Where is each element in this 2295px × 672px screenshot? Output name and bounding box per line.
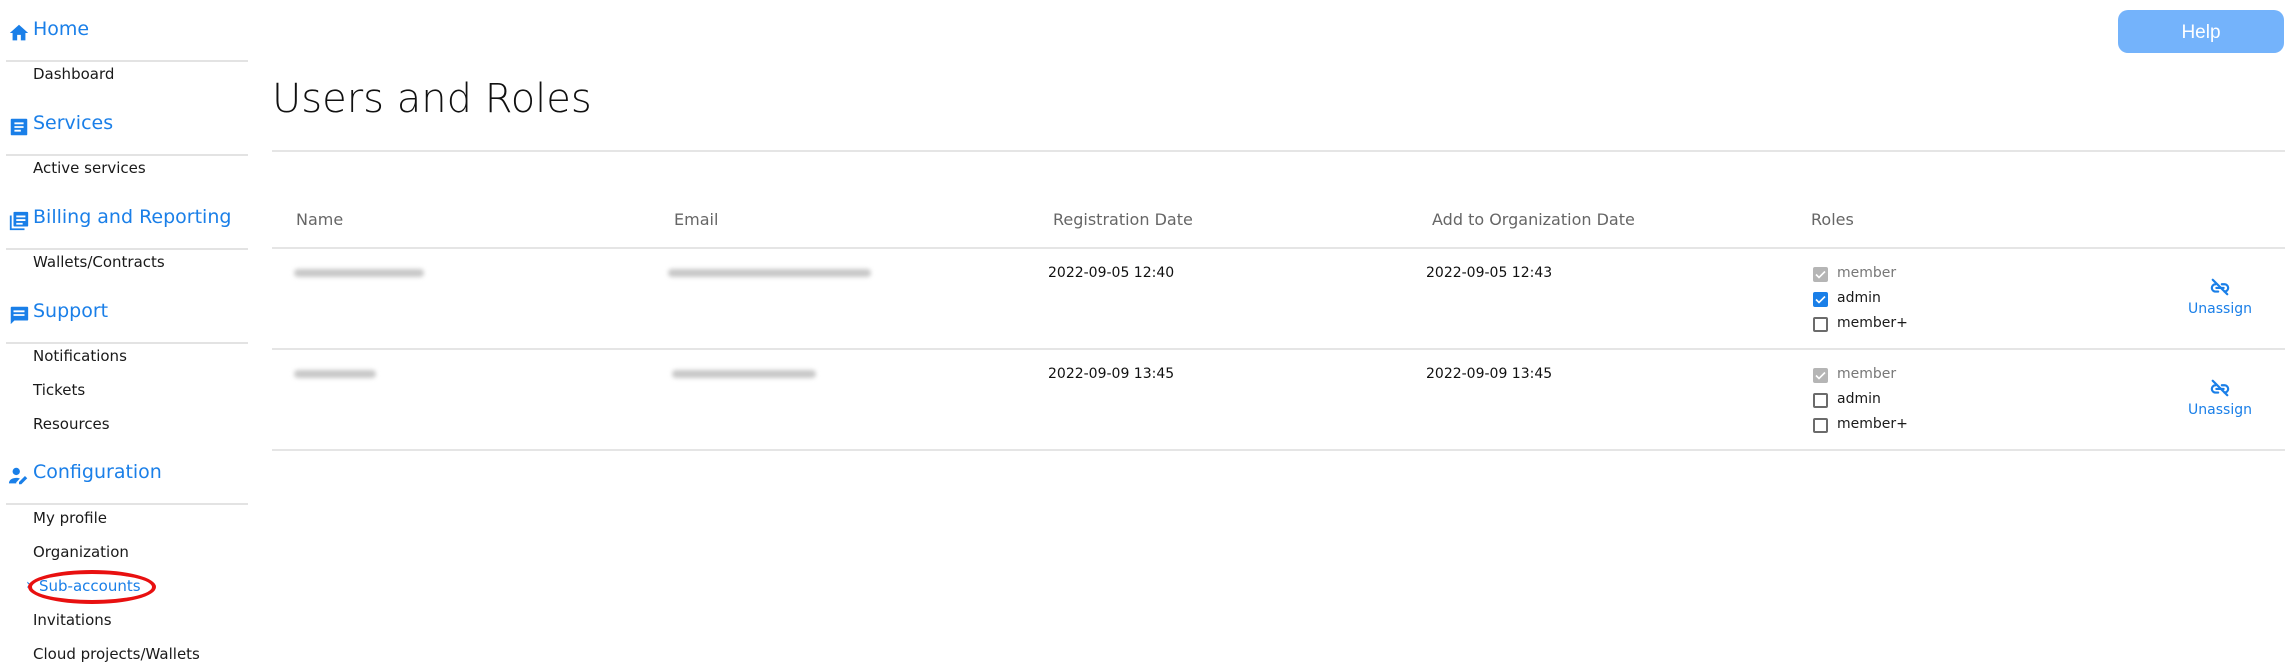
sidebar-section-configuration[interactable]: Configuration bbox=[6, 453, 248, 505]
checkbox-checked[interactable] bbox=[1813, 292, 1828, 307]
page-title: Users and Roles bbox=[272, 76, 592, 122]
sidebar-item-cloud-projects-wallets[interactable]: Cloud projects/Wallets bbox=[33, 645, 200, 663]
sidebar-item-tickets[interactable]: Tickets bbox=[33, 381, 85, 399]
sidebar-section-home[interactable]: Home bbox=[6, 10, 248, 62]
user-edit-icon bbox=[8, 467, 28, 485]
redacted-email bbox=[668, 269, 871, 277]
sidebar-item-organization[interactable]: Organization bbox=[33, 543, 129, 561]
sidebar: Home Dashboard Services Active services … bbox=[0, 0, 248, 672]
document-icon bbox=[10, 118, 28, 136]
sidebar-item-active-services[interactable]: Active services bbox=[33, 159, 146, 177]
sidebar-section-label: Home bbox=[33, 18, 90, 40]
add-to-org-date: 2022-09-09 13:45 bbox=[1426, 366, 1553, 382]
link-off-icon bbox=[2210, 278, 2230, 296]
registration-date: 2022-09-05 12:40 bbox=[1048, 265, 1175, 281]
sidebar-section-billing[interactable]: Billing and Reporting bbox=[6, 198, 248, 250]
divider bbox=[272, 449, 2285, 451]
checkbox-unchecked[interactable] bbox=[1813, 393, 1828, 408]
divider bbox=[272, 348, 2285, 350]
sidebar-section-support[interactable]: Support bbox=[6, 292, 248, 344]
sidebar-item-my-profile[interactable]: My profile bbox=[33, 509, 107, 527]
unassign-button[interactable]: Unassign bbox=[2175, 277, 2265, 317]
divider bbox=[272, 247, 2285, 249]
sidebar-section-label: Billing and Reporting bbox=[33, 206, 232, 228]
highlight-annotation bbox=[28, 570, 156, 604]
checkbox-checked-disabled bbox=[1813, 368, 1828, 383]
sidebar-section-services[interactable]: Services bbox=[6, 104, 248, 156]
sidebar-section-label: Configuration bbox=[33, 461, 162, 483]
sidebar-item-resources[interactable]: Resources bbox=[33, 415, 110, 433]
column-header-roles: Roles bbox=[1811, 210, 1854, 229]
link-off-icon bbox=[2210, 379, 2230, 397]
column-header-add-to-org-date[interactable]: Add to Organization Date bbox=[1432, 210, 1635, 229]
sidebar-section-label: Support bbox=[33, 300, 109, 322]
checkbox-unchecked[interactable] bbox=[1813, 418, 1828, 433]
column-header-registration-date[interactable]: Registration Date bbox=[1053, 210, 1193, 229]
unassign-button[interactable]: Unassign bbox=[2175, 378, 2265, 418]
unassign-label: Unassign bbox=[2188, 301, 2252, 317]
sidebar-section-label: Services bbox=[33, 112, 114, 134]
chat-icon bbox=[10, 306, 29, 325]
sidebar-item-notifications[interactable]: Notifications bbox=[33, 347, 127, 365]
column-header-email[interactable]: Email bbox=[674, 210, 718, 229]
divider bbox=[272, 150, 2285, 152]
library-books-icon bbox=[9, 211, 29, 231]
help-button[interactable]: Help bbox=[2118, 10, 2284, 53]
sidebar-item-invitations[interactable]: Invitations bbox=[33, 611, 112, 629]
home-icon bbox=[9, 24, 29, 41]
checkbox-unchecked[interactable] bbox=[1813, 317, 1828, 332]
unassign-label: Unassign bbox=[2188, 402, 2252, 418]
sidebar-item-dashboard[interactable]: Dashboard bbox=[33, 65, 114, 83]
add-to-org-date: 2022-09-05 12:43 bbox=[1426, 265, 1553, 281]
checkbox-checked-disabled bbox=[1813, 267, 1828, 282]
redacted-name bbox=[294, 269, 424, 277]
redacted-name bbox=[294, 370, 376, 378]
registration-date: 2022-09-09 13:45 bbox=[1048, 366, 1175, 382]
sidebar-item-wallets-contracts[interactable]: Wallets/Contracts bbox=[33, 253, 165, 271]
redacted-email bbox=[672, 370, 816, 378]
column-header-name[interactable]: Name bbox=[296, 210, 343, 229]
